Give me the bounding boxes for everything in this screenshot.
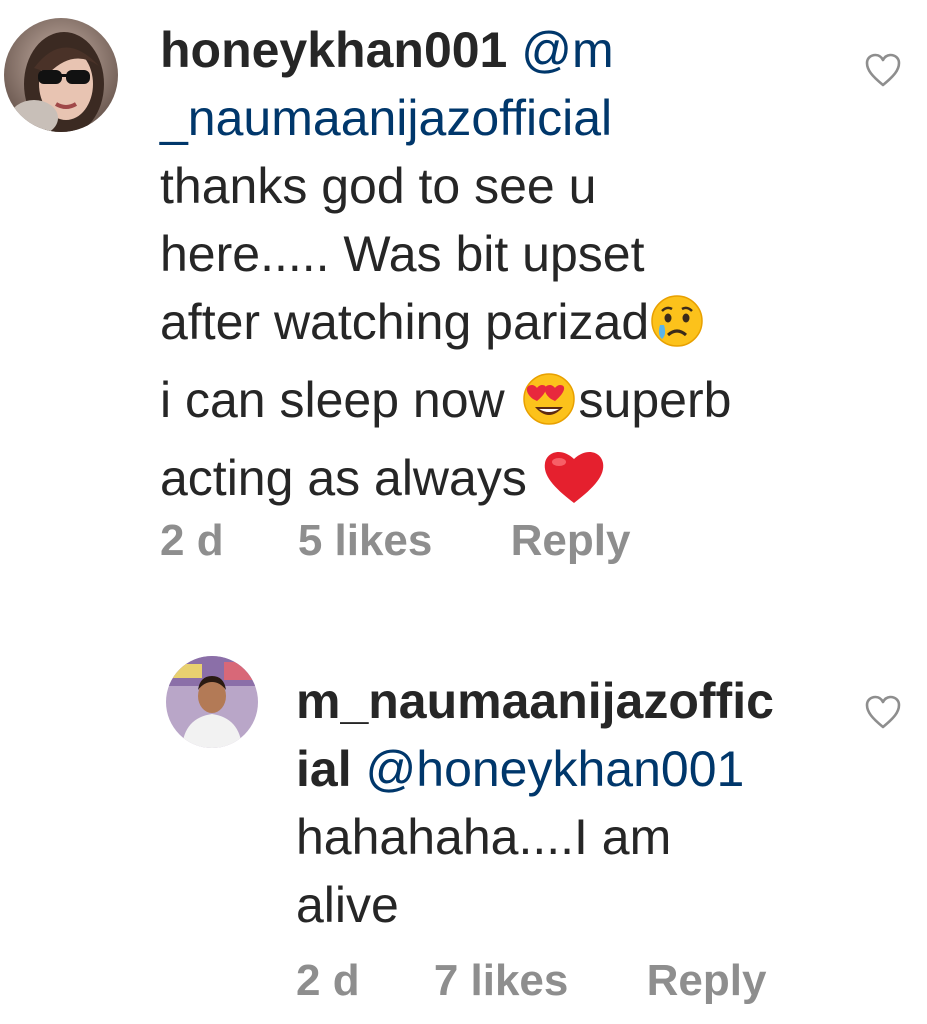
reply-comment-m_naumaanijazofficial: m_naumaanijazoffic ial @honeykhan001 hah…	[0, 640, 927, 1024]
mention-link[interactable]: @honeykhan001	[366, 741, 745, 797]
comment-meta: 2 d 5 likes Reply	[160, 516, 630, 566]
heart-eyes-emoji	[519, 371, 579, 444]
avatar-honeykhan001[interactable]	[4, 18, 118, 132]
crying-face-emoji	[649, 293, 705, 366]
like-heart-outline-icon[interactable]	[864, 52, 902, 88]
reply-button[interactable]: Reply	[511, 516, 631, 566]
username-continued[interactable]: ial	[296, 741, 352, 797]
comment-text-line: alive	[296, 877, 399, 933]
mention-link-continued[interactable]: _naumaanijazofficial	[160, 84, 840, 152]
comment-honeykhan001: honeykhan001 @m _naumaanijazofficial tha…	[0, 0, 927, 600]
comment-time: 2 d	[160, 516, 224, 565]
comment-meta: 2 d 7 likes Reply	[296, 956, 766, 1006]
reply-button[interactable]: Reply	[647, 956, 767, 1006]
comment-text-line: acting as always	[160, 450, 541, 506]
comment-text-line: i can sleep now	[160, 372, 519, 428]
comment-text-line: superb	[578, 372, 732, 428]
comment-text-line: here..... Was bit upset	[160, 226, 645, 282]
username[interactable]: honeykhan001	[160, 22, 507, 78]
username[interactable]: m_naumaanijazoffic	[296, 667, 856, 735]
comment-likes-count[interactable]: 7 likes	[434, 956, 569, 1006]
comment-body: m_naumaanijazoffic ial @honeykhan001 hah…	[296, 667, 856, 939]
comment-body: honeykhan001 @m _naumaanijazofficial tha…	[160, 16, 840, 522]
comment-likes-count[interactable]: 5 likes	[298, 516, 433, 566]
comment-text-line: after watching parizad	[160, 294, 650, 350]
like-heart-outline-icon[interactable]	[864, 694, 902, 730]
mention-link[interactable]: @m	[521, 22, 613, 78]
red-heart-emoji	[541, 447, 607, 522]
avatar-m_naumaanijazofficial[interactable]	[166, 656, 258, 748]
comment-time: 2 d	[296, 956, 360, 1005]
comment-text-line: hahahaha....I am	[296, 809, 672, 865]
comment-text-line: thanks god to see u	[160, 158, 597, 214]
